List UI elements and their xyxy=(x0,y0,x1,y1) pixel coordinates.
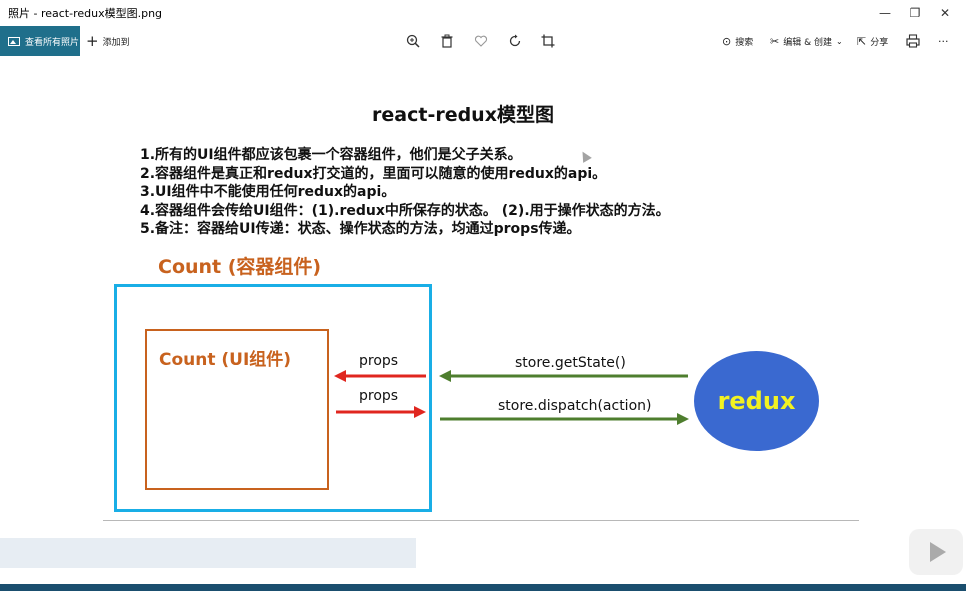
zoom-button[interactable] xyxy=(404,32,422,50)
arrows-layer xyxy=(334,370,689,425)
share-icon: ⇱ xyxy=(857,34,867,48)
print-button[interactable] xyxy=(904,32,922,50)
rotate-button[interactable] xyxy=(506,32,524,50)
minimize-button[interactable]: — xyxy=(870,0,900,26)
share-label: 分享 xyxy=(870,37,889,48)
window-title: 照片 - react-redux模型图.png xyxy=(8,7,163,20)
search-label: 搜索 xyxy=(735,37,754,48)
more-icon: ··· xyxy=(938,34,949,48)
search-icon: ⊙ xyxy=(722,34,732,48)
player-progress-bar[interactable] xyxy=(0,584,966,591)
crop-button[interactable] xyxy=(539,32,557,50)
zoom-icon xyxy=(406,34,420,48)
edit-icon: ✂ xyxy=(770,34,780,48)
danmaku-overlay xyxy=(0,538,416,568)
close-icon: ✕ xyxy=(939,6,951,20)
toolbar: 查看所有照片 + 添加到 ⊙ 搜索 ✂ 编辑 & 创建 ⌄ ⇱ 分享 ··· xyxy=(0,26,966,56)
play-icon xyxy=(930,542,946,562)
play-button[interactable] xyxy=(909,529,963,575)
restore-icon: ❐ xyxy=(909,6,921,20)
divider xyxy=(103,520,859,521)
restore-button[interactable]: ❐ xyxy=(900,0,930,26)
arrow-props-to-container xyxy=(336,406,426,418)
more-button[interactable]: ··· xyxy=(938,26,949,56)
photos-icon xyxy=(8,36,20,46)
plus-icon: + xyxy=(86,31,99,50)
printer-icon xyxy=(906,34,920,48)
add-to-label: 添加到 xyxy=(102,37,130,48)
arrow-get-state xyxy=(439,370,688,382)
arrow-dispatch xyxy=(440,413,689,425)
edit-create-button[interactable]: ✂ 编辑 & 创建 ⌄ xyxy=(770,26,843,56)
edit-create-label: 编辑 & 创建 xyxy=(783,37,832,48)
add-to-button[interactable]: + 添加到 xyxy=(86,26,130,56)
heart-icon xyxy=(474,35,488,47)
redux-label: redux xyxy=(717,387,796,415)
rotate-icon xyxy=(509,34,521,47)
view-all-photos-button[interactable]: 查看所有照片 xyxy=(0,26,80,56)
trash-icon xyxy=(441,34,453,48)
view-all-label: 查看所有照片 xyxy=(25,37,80,48)
image-canvas: react-redux模型图 1.所有的UI组件都应该包裹一个容器组件，他们是父… xyxy=(0,56,966,584)
delete-button[interactable] xyxy=(438,32,456,50)
favorite-button[interactable] xyxy=(472,32,490,50)
search-button[interactable]: ⊙ 搜索 xyxy=(722,26,753,56)
arrow-props-to-ui xyxy=(334,370,426,382)
minimize-icon: — xyxy=(879,6,891,20)
crop-icon xyxy=(541,34,555,48)
title-bar: 照片 - react-redux模型图.png — ❐ ✕ xyxy=(0,0,966,27)
share-button[interactable]: ⇱ 分享 xyxy=(857,26,888,56)
chevron-down-icon: ⌄ xyxy=(835,36,843,46)
close-button[interactable]: ✕ xyxy=(930,0,960,26)
redux-store-node: redux xyxy=(694,351,819,451)
